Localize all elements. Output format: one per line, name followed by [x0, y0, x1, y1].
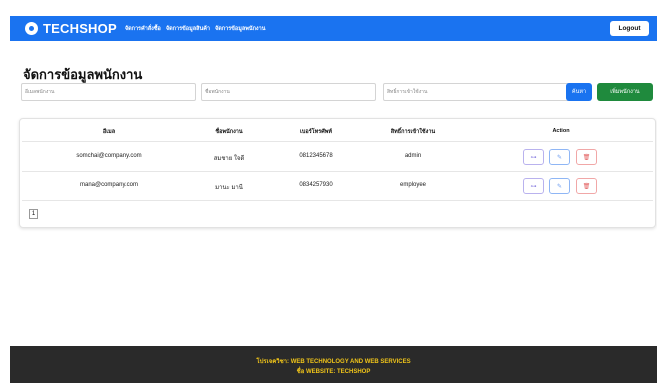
header-name: ชื่อพนักงาน	[215, 129, 243, 135]
header-phone: เบอร์โทรศัพท์	[300, 129, 332, 135]
cell-phone: 0834257930	[299, 182, 333, 188]
edit-button[interactable]: ✎	[549, 178, 570, 194]
logout-button[interactable]: Logout	[610, 21, 649, 36]
delete-button[interactable]: 🗑	[576, 178, 597, 194]
edit-button[interactable]: ✎	[549, 149, 570, 165]
brand-name: TECHSHOP	[43, 21, 117, 36]
header-divider	[22, 141, 653, 142]
email-filter-input[interactable]	[21, 83, 196, 101]
cell-email: mana@company.com	[79, 182, 139, 188]
pagination-page-1[interactable]: 1	[29, 209, 38, 219]
footer: โปรเจควิชา: WEB TECHNOLOGY AND WEB SERVI…	[10, 346, 657, 383]
row-divider	[22, 171, 653, 172]
cell-role: employee	[399, 182, 427, 188]
employee-table-card: อีเมล ชื่อพนักงาน เบอร์โทรศัพท์ สิทธิ์กา…	[19, 118, 656, 228]
add-employee-button[interactable]: เพิ่มพนักงาน	[597, 83, 653, 101]
pencil-icon: ✎	[556, 182, 563, 190]
header-action: Action	[552, 128, 570, 134]
delete-button[interactable]: 🗑	[576, 149, 597, 165]
row-divider	[22, 200, 653, 201]
gear-logo-icon	[25, 22, 38, 35]
trash-icon: 🗑	[582, 153, 591, 161]
top-navbar: TECHSHOP จัดการคำสั่งซื้อ จัดการข้อมูลสิ…	[10, 16, 657, 41]
change-password-button[interactable]: ⊶	[523, 178, 544, 194]
pencil-icon: ✎	[556, 153, 563, 161]
key-icon: ⊶	[530, 153, 537, 161]
page-title: จัดการข้อมูลพนักงาน	[23, 67, 143, 82]
header-role: สิทธิ์การเข้าใช้งาน	[390, 129, 436, 135]
cell-role: admin	[404, 153, 422, 159]
name-filter-input[interactable]	[201, 83, 376, 101]
brand[interactable]: TECHSHOP	[25, 21, 117, 36]
nav-links: จัดการคำสั่งซื้อ จัดการข้อมูลสินค้า จัดก…	[125, 25, 271, 33]
nav-link-employees[interactable]: จัดการข้อมูลพนักงาน	[215, 25, 265, 33]
trash-icon: 🗑	[582, 182, 591, 190]
role-filter-input[interactable]	[383, 83, 583, 101]
footer-course-text: โปรเจควิชา: WEB TECHNOLOGY AND WEB SERVI…	[256, 359, 411, 365]
header-email: อีเมล	[102, 129, 116, 135]
cell-phone: 0812345678	[299, 153, 333, 159]
key-icon: ⊶	[530, 182, 537, 190]
nav-link-products[interactable]: จัดการข้อมูลสินค้า	[166, 25, 210, 33]
nav-link-orders[interactable]: จัดการคำสั่งซื้อ	[125, 25, 161, 33]
cell-name: มานะ มานี	[215, 185, 243, 191]
search-button[interactable]: ค้นหา	[566, 83, 592, 101]
cell-email: somchai@company.com	[76, 153, 142, 159]
footer-website-text: ชื่อ WEBSITE: TECHSHOP	[296, 369, 371, 375]
change-password-button[interactable]: ⊶	[523, 149, 544, 165]
cell-name: สมชาย ใจดี	[213, 156, 245, 162]
